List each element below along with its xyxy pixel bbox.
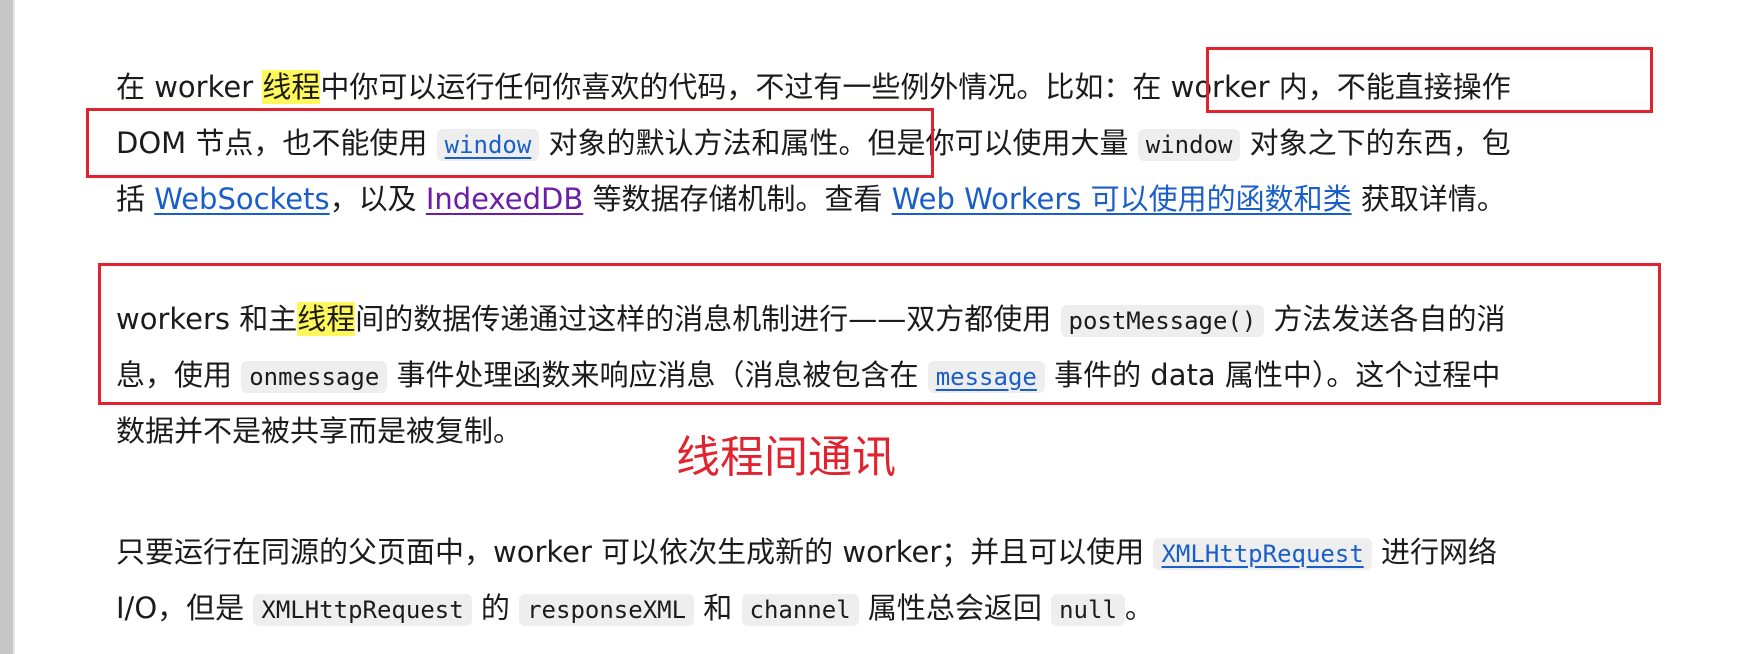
text-run: 数据并不是被共享而是被复制。 <box>116 414 523 448</box>
text-run: 息，使用 <box>116 358 242 392</box>
text-run: 获取详情。 <box>1351 182 1506 216</box>
left-gutter <box>0 0 13 654</box>
text-run: 。 <box>1124 591 1154 625</box>
window-link[interactable]: window <box>436 129 540 161</box>
text-run: 事件的 data 属性中）。这个过程中 <box>1044 358 1501 392</box>
onmessage-code: onmessage <box>241 361 388 393</box>
text-run: 只要运行在同源的父页面中，worker 可以依次生成新的 worker；并且可以… <box>116 535 1154 569</box>
text-run: 中你可以运行任何你喜欢的代码，不过有一些例外情况。比如：在 worker 内，不… <box>320 70 1511 104</box>
paragraph-line: 括 WebSockets，以及 IndexedDB 等数据存储机制。查看 Web… <box>116 171 1646 227</box>
text-run: 进行网络 <box>1371 535 1497 569</box>
paragraph-worker-limitations: 在 worker 线程中你可以运行任何你喜欢的代码，不过有一些例外情况。比如：在… <box>116 59 1646 227</box>
text-run: DOM 节点，也不能使用 <box>116 126 437 160</box>
responsexml-code: responseXML <box>519 594 695 626</box>
text-run: 间的数据传递通过这样的消息机制进行——双方都使用 <box>355 302 1061 336</box>
xmlhttprequest-link[interactable]: XMLHttpRequest <box>1153 538 1372 570</box>
paragraph-line: 息，使用 onmessage 事件处理函数来响应消息（消息被包含在 messag… <box>116 347 1646 403</box>
text-run: I/O，但是 <box>116 591 254 625</box>
paragraph-line: 只要运行在同源的父页面中，worker 可以依次生成新的 worker；并且可以… <box>116 524 1646 580</box>
null-code: null <box>1051 594 1125 626</box>
text-run: 括 <box>116 182 155 216</box>
message-link[interactable]: message <box>927 361 1045 393</box>
text-run: 对象之下的东西，包 <box>1240 126 1511 160</box>
highlight-thread: 线程 <box>297 302 356 336</box>
text-run: 事件处理函数来响应消息（消息被包含在 <box>387 358 928 392</box>
paragraph-line: 在 worker 线程中你可以运行任何你喜欢的代码，不过有一些例外情况。比如：在… <box>116 59 1646 115</box>
xmlhttprequest-code: XMLHttpRequest <box>253 594 472 626</box>
text-run: 对象的默认方法和属性。但是你可以使用大量 <box>539 126 1138 160</box>
text-run: ，以及 <box>329 182 426 216</box>
text-run: 的 <box>471 591 520 625</box>
paragraph-line: I/O，但是 XMLHttpRequest 的 responseXML 和 ch… <box>116 580 1646 636</box>
text-run: 方法发送各自的消 <box>1264 302 1506 336</box>
text-run: workers 和主 <box>116 302 298 336</box>
postmessage-code: postMessage() <box>1060 305 1265 337</box>
paragraph-nested-workers: 只要运行在同源的父页面中，worker 可以依次生成新的 worker；并且可以… <box>116 524 1646 636</box>
worker-functions-link[interactable]: Web Workers 可以使用的函数和类 <box>892 182 1352 216</box>
left-gutter-edge <box>13 0 15 654</box>
websockets-link[interactable]: WebSockets <box>154 182 329 216</box>
text-run: 和 <box>694 591 742 625</box>
paragraph-line: DOM 节点，也不能使用 window 对象的默认方法和属性。但是你可以使用大量… <box>116 115 1646 171</box>
indexeddb-link[interactable]: IndexedDB <box>426 182 583 216</box>
text-run: 在 worker <box>116 70 263 104</box>
annotation-label-thread-communication: 线程间通讯 <box>676 432 896 483</box>
window-code: window <box>1137 129 1241 161</box>
paragraph-line: workers 和主线程间的数据传递通过这样的消息机制进行——双方都使用 pos… <box>116 291 1646 347</box>
channel-code: channel <box>741 594 859 626</box>
text-run: 属性总会返回 <box>858 591 1052 625</box>
text-run: 等数据存储机制。查看 <box>583 182 892 216</box>
highlight-thread: 线程 <box>262 70 321 104</box>
